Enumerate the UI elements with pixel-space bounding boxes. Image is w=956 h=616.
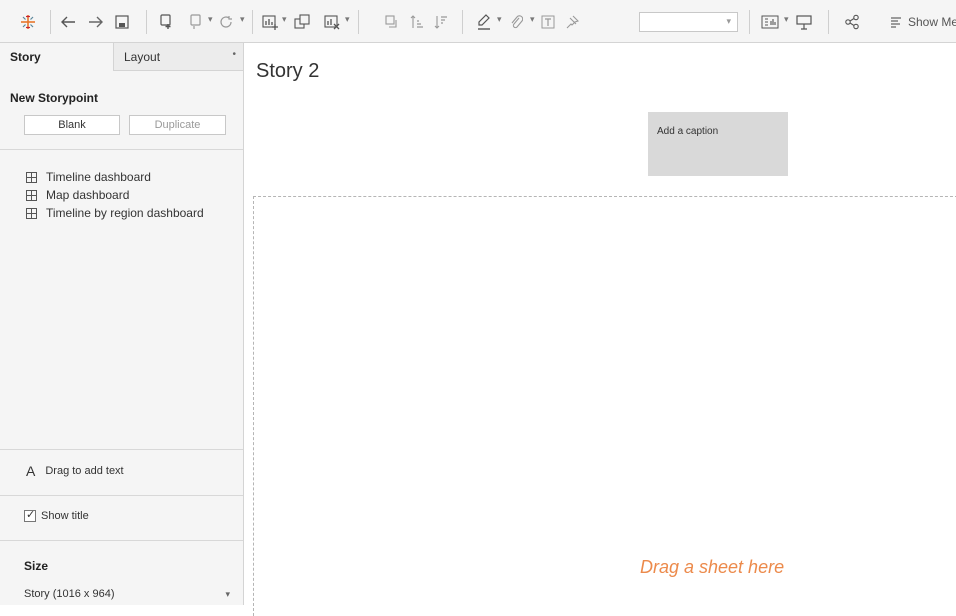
text-label-icon[interactable] xyxy=(538,12,558,32)
dropdown-arrow-icon[interactable]: ▾ xyxy=(784,14,789,25)
tab-layout[interactable]: Layout • xyxy=(114,43,243,71)
forward-arrow-icon[interactable] xyxy=(86,12,106,32)
sheet-item-map-dashboard[interactable]: Map dashboard xyxy=(26,187,129,203)
divider xyxy=(0,449,243,450)
tab-layout-label: Layout xyxy=(124,50,161,64)
sheet-item-label: Timeline dashboard xyxy=(46,170,151,184)
clear-sheet-icon[interactable] xyxy=(322,12,342,32)
dropdown-arrow-icon[interactable]: ▾ xyxy=(240,14,245,25)
sort-descending-icon[interactable] xyxy=(431,12,451,32)
attach-clip-icon[interactable] xyxy=(506,12,526,32)
tab-story-label: Story xyxy=(10,50,41,64)
refresh-icon[interactable] xyxy=(216,12,236,32)
sheet-item-timeline-dashboard[interactable]: Timeline dashboard xyxy=(26,169,151,185)
tab-story[interactable]: Story xyxy=(0,43,114,71)
divider xyxy=(0,149,243,150)
back-arrow-icon[interactable] xyxy=(58,12,78,32)
swap-rows-columns-icon[interactable] xyxy=(382,12,402,32)
presentation-mode-icon[interactable] xyxy=(794,12,814,32)
text-object-icon: A xyxy=(26,463,36,479)
drop-hint-text: Drag a sheet here xyxy=(640,557,785,577)
chevron-down-icon: ▾ xyxy=(726,16,731,26)
dashboard-grid-icon xyxy=(26,171,37,183)
dashboard-grid-icon xyxy=(26,207,37,219)
blank-storypoint-button[interactable]: Blank xyxy=(24,115,120,135)
show-me-icon xyxy=(891,17,901,28)
save-icon[interactable] xyxy=(112,12,132,32)
sheet-item-label: Map dashboard xyxy=(46,188,130,202)
chevron-down-icon: ▾ xyxy=(225,589,230,599)
dashboard-grid-icon xyxy=(26,189,37,201)
duplicate-storypoint-button[interactable]: Duplicate xyxy=(129,115,226,135)
pin-icon[interactable] xyxy=(562,12,582,32)
show-title-checkbox[interactable]: ✓ xyxy=(24,509,36,522)
sort-ascending-icon[interactable] xyxy=(407,12,427,32)
story-size-select[interactable]: Story (1016 x 964) ▾ xyxy=(24,588,234,600)
tableau-logo-icon[interactable] xyxy=(18,12,38,32)
drag-to-add-text-item[interactable]: A Drag to add text xyxy=(26,463,124,479)
story-sidebar: Story Layout • New Storypoint Blank Dupl… xyxy=(0,43,244,605)
highlight-pen-icon[interactable] xyxy=(474,12,494,32)
dropdown-arrow-icon[interactable]: ▾ xyxy=(497,14,502,25)
fit-select[interactable]: ▾ xyxy=(639,12,738,32)
show-me-button[interactable]: Show Me xyxy=(890,12,956,32)
show-title-toggle[interactable]: ✓ Show title xyxy=(24,509,89,522)
dropdown-arrow-icon[interactable]: ▾ xyxy=(208,14,213,25)
dropdown-arrow-icon[interactable]: ▾ xyxy=(282,14,287,25)
show-title-label: Show title xyxy=(41,510,89,522)
story-title[interactable]: Story 2 xyxy=(256,60,319,83)
show-me-label: Show Me xyxy=(908,15,956,29)
divider xyxy=(0,540,243,541)
sheet-item-label: Timeline by region dashboard xyxy=(46,206,204,220)
new-data-source-icon[interactable] xyxy=(156,12,176,32)
pause-updates-icon[interactable] xyxy=(186,12,206,32)
checkmark-icon: ✓ xyxy=(26,509,36,521)
drag-to-add-text-label: Drag to add text xyxy=(45,465,124,477)
dropdown-arrow-icon[interactable]: ▾ xyxy=(345,14,350,25)
divider xyxy=(0,495,243,496)
story-size-value: Story (1016 x 964) xyxy=(24,588,115,600)
caption-placeholder: Add a caption xyxy=(657,126,719,137)
new-storypoint-heading: New Storypoint xyxy=(10,91,99,105)
sidebar-tabs: Story Layout • xyxy=(0,43,243,71)
show-cards-icon[interactable] xyxy=(759,12,781,32)
sheet-drop-zone[interactable] xyxy=(253,196,956,616)
tab-menu-icon[interactable]: • xyxy=(232,49,236,60)
share-icon[interactable] xyxy=(842,12,862,32)
dropdown-arrow-icon[interactable]: ▾ xyxy=(530,14,535,25)
storypoint-caption[interactable]: Add a caption xyxy=(648,112,788,176)
size-heading: Size xyxy=(24,559,49,573)
toolbar: ▾ ▾ ▾ ▾ ▾ ▾ ▾ ▾ Show Me xyxy=(0,0,956,43)
new-worksheet-icon[interactable] xyxy=(260,12,280,32)
duplicate-sheet-icon[interactable] xyxy=(292,12,312,32)
sheet-item-timeline-by-region-dashboard[interactable]: Timeline by region dashboard xyxy=(26,205,204,221)
